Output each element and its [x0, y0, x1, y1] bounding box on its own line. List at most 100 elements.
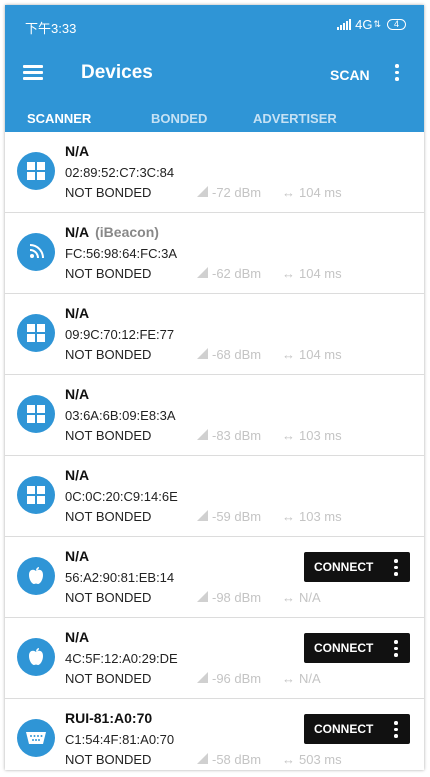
device-name-text: N/A [65, 548, 90, 564]
connect-button[interactable]: CONNECT [304, 552, 410, 582]
device-row[interactable]: N/A (iBeacon) FC:56:98:64:FC:3A NOT BONDED -… [5, 213, 424, 294]
device-mac-address: 09:9C:70:12:FE:77 [65, 327, 175, 342]
interval-value: N/A [299, 671, 321, 686]
apple-icon [17, 557, 55, 595]
rssi-value: -83 dBm [212, 428, 262, 443]
device-mac-address: 4C:5F:12:A0:29:DE [65, 651, 178, 666]
rssi-readout: -58 dBm [197, 752, 261, 767]
signal-strength-icon [197, 509, 208, 524]
signal-strength-icon [197, 671, 208, 686]
scan-button[interactable]: SCAN [330, 67, 370, 83]
device-name-text: N/A [65, 467, 90, 483]
interval-arrows-icon: ↔ [282, 347, 295, 362]
device-row[interactable]: N/A 56:A2:90:81:EB:14 NOT BONDED -98 dBm ↔ N/… [5, 537, 424, 618]
windows-icon [17, 476, 55, 514]
device-name: N/A [65, 548, 89, 564]
device-mac-address: FC:56:98:64:FC:3A [65, 246, 177, 261]
device-row[interactable]: N/A 02:89:52:C7:3C:84 NOT BONDED -72 dBm ↔ 10… [5, 132, 424, 213]
rssi-readout: -96 dBm [197, 671, 261, 686]
bond-state: NOT BONDED [65, 347, 152, 362]
device-name: N/A [65, 467, 89, 483]
rssi-value: -59 dBm [212, 509, 262, 524]
device-mac-address: 0C:0C:20:C9:14:6E [65, 489, 178, 504]
signal-strength-icon [197, 185, 208, 200]
device-name: N/A [65, 305, 89, 321]
signal-strength-icon [197, 347, 208, 362]
device-name: N/A [65, 386, 89, 402]
tab-bonded[interactable]: BONDED [151, 111, 207, 126]
device-mac-address: C1:54:4F:81:A0:70 [65, 732, 175, 747]
device-type: (iBeacon) [95, 224, 159, 240]
device-name: N/A [65, 629, 89, 645]
device-mac-address: 02:89:52:C7:3C:84 [65, 165, 175, 180]
connect-button[interactable]: CONNECT [304, 633, 410, 663]
network-type: 4G [355, 17, 373, 32]
rssi-readout: -62 dBm [197, 266, 261, 281]
interval-value: 503 ms [299, 752, 342, 767]
rssi-readout: -98 dBm [197, 590, 261, 605]
interval-readout: ↔ N/A [282, 671, 321, 686]
rssi-value: -72 dBm [212, 185, 262, 200]
rssi-value: -62 dBm [212, 266, 262, 281]
app-frame: 下午3:33 4G ⇅ 4 Devices SCAN SCANNER BONDE… [5, 5, 424, 770]
bond-state: NOT BONDED [65, 428, 152, 443]
device-mac-address: 03:6A:6B:09:E8:3A [65, 408, 176, 423]
data-activity-icon: ⇅ [373, 19, 381, 29]
rssi-value: -58 dBm [212, 752, 262, 767]
overflow-menu-icon[interactable] [393, 64, 401, 84]
battery-icon: 4 [386, 19, 406, 30]
bond-state: NOT BONDED [65, 590, 152, 605]
device-row[interactable]: RUI-81:A0:70 C1:54:4F:81:A0:70 NOT BONDED -… [5, 699, 424, 770]
signal-strength-icon [197, 590, 208, 605]
signal-strength-icon [197, 752, 208, 767]
app-bar: Devices SCAN [5, 43, 424, 105]
rssi-value: -98 dBm [212, 590, 262, 605]
device-overflow-icon[interactable] [392, 640, 400, 657]
device-overflow-icon[interactable] [392, 559, 400, 576]
device-row[interactable]: N/A 4C:5F:12:A0:29:DE NOT BONDED -96 dBm ↔ N/… [5, 618, 424, 699]
beacon-icon [17, 233, 55, 271]
device-name: N/A [65, 143, 89, 159]
rssi-value: -96 dBm [212, 671, 262, 686]
device-row[interactable]: N/A 09:9C:70:12:FE:77 NOT BONDED -68 dBm ↔ 10… [5, 294, 424, 375]
device-row[interactable]: N/A 0C:0C:20:C9:14:6E NOT BONDED -59 dBm ↔ 10… [5, 456, 424, 537]
connect-label: CONNECT [314, 722, 374, 736]
interval-arrows-icon: ↔ [282, 428, 295, 443]
serial-port-icon [17, 719, 55, 757]
status-bar: 下午3:33 4G ⇅ 4 [5, 5, 424, 43]
interval-arrows-icon: ↔ [282, 752, 295, 767]
device-name-text: N/A [65, 629, 90, 645]
device-overflow-icon[interactable] [392, 721, 400, 738]
interval-readout: ↔ N/A [282, 590, 321, 605]
interval-arrows-icon: ↔ [282, 590, 295, 605]
device-name-text: N/A [65, 386, 90, 402]
hamburger-menu-icon[interactable] [23, 65, 45, 81]
connect-label: CONNECT [314, 641, 374, 655]
interval-readout: ↔ 104 ms [282, 347, 342, 362]
connect-label: CONNECT [314, 560, 374, 574]
device-name-text: RUI-81:A0:70 [65, 710, 153, 726]
tab-scanner[interactable]: SCANNER [27, 111, 91, 126]
interval-value: 104 ms [299, 266, 342, 281]
interval-arrows-icon: ↔ [282, 671, 295, 686]
rssi-value: -68 dBm [212, 347, 262, 362]
page-title: Devices [81, 62, 153, 83]
bond-state: NOT BONDED [65, 671, 152, 686]
interval-value: 104 ms [299, 185, 342, 200]
connect-button[interactable]: CONNECT [304, 714, 410, 744]
interval-arrows-icon: ↔ [282, 185, 295, 200]
windows-icon [17, 152, 55, 190]
rssi-readout: -68 dBm [197, 347, 261, 362]
status-time: 下午3:33 [25, 21, 77, 36]
bond-state: NOT BONDED [65, 509, 152, 524]
signal-strength-icon [197, 266, 208, 281]
device-name: RUI-81:A0:70 [65, 710, 152, 726]
rssi-readout: -59 dBm [197, 509, 261, 524]
device-row[interactable]: N/A 03:6A:6B:09:E8:3A NOT BONDED -83 dBm ↔ 10… [5, 375, 424, 456]
interval-value: 103 ms [299, 509, 342, 524]
signal-icon [337, 19, 352, 30]
interval-arrows-icon: ↔ [282, 509, 295, 524]
windows-icon [17, 314, 55, 352]
tab-advertiser[interactable]: ADVERTISER [253, 111, 337, 126]
interval-readout: ↔ 503 ms [282, 752, 342, 767]
